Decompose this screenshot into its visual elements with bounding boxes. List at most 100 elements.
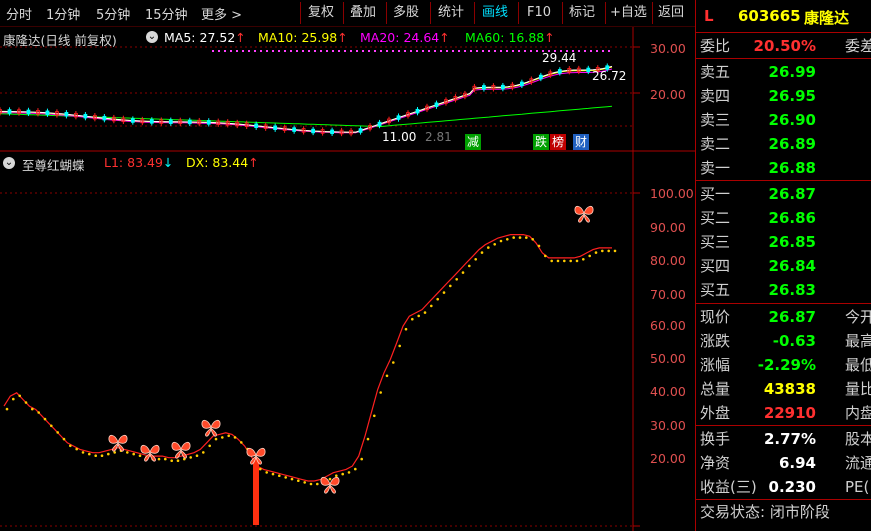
indicator-y-tick: 60.00	[650, 318, 686, 333]
fuquan-button[interactable]: 复权	[306, 3, 336, 22]
dx-dot	[436, 297, 440, 301]
dx-dot	[126, 451, 129, 454]
bid-label: 买五	[700, 281, 731, 299]
marker-dot	[386, 50, 388, 52]
marker-dot	[338, 50, 340, 52]
candle-body	[482, 85, 486, 90]
dx-dot	[341, 472, 345, 476]
bid-row[interactable]: 买一 26.87	[696, 182, 871, 206]
marker-dot	[440, 50, 442, 52]
up-arrow-icon: ↑	[337, 30, 348, 45]
ask-row[interactable]: 卖一 26.88	[696, 156, 871, 180]
dx-dot	[499, 239, 503, 243]
chevron-down-icon[interactable]: ⌄	[146, 31, 158, 43]
candle-body	[273, 125, 278, 130]
f10-button[interactable]: F10	[525, 3, 553, 22]
dx-dot	[5, 407, 9, 411]
stock-name: 康隆达	[804, 9, 850, 27]
ma20-line	[0, 68, 613, 134]
dx-dot	[531, 238, 534, 241]
ask-row[interactable]: 卖三 26.90	[696, 108, 871, 132]
marker-dot	[434, 50, 436, 52]
ma5-line	[0, 65, 613, 133]
dx-dot	[208, 444, 211, 448]
period-tab-1min[interactable]: 1分钟	[46, 4, 80, 23]
up-arrow-icon: ↑	[235, 30, 246, 45]
bid-row[interactable]: 买五 26.83	[696, 278, 871, 302]
period-tab-timeshare[interactable]: 分时	[6, 4, 32, 23]
marker-dot	[602, 50, 604, 52]
marker-dot	[290, 50, 292, 52]
dx-dot	[468, 264, 471, 268]
candle-body	[586, 67, 591, 73]
dx-dot	[81, 451, 85, 454]
dx-dot	[37, 411, 40, 414]
fund-row-turnover: 换手 2.77% 股本	[696, 427, 871, 451]
dx-dot	[569, 259, 572, 263]
main-y-tick: 30.00	[650, 41, 686, 56]
candle-body	[168, 119, 173, 124]
add-watchlist-button[interactable]: +自选	[608, 3, 649, 22]
marker-dot	[266, 50, 268, 52]
ma10-legend: MA10: 25.98↑	[258, 30, 348, 45]
dx-value: 83.44	[212, 155, 249, 170]
marker-dot	[374, 50, 376, 52]
period-tab-15min[interactable]: 15分钟	[145, 4, 188, 23]
marker-dot	[530, 50, 532, 52]
high-price-label: 29.44	[542, 51, 577, 65]
event-mark-jian[interactable]: 减	[465, 134, 481, 150]
bid-price: 26.84	[768, 257, 816, 275]
quote-panel: L 603665 康隆达 委比 20.50% 委差 卖五 26.99 卖四 26…	[695, 0, 871, 531]
dx-dot	[607, 249, 610, 253]
ma5-legend: MA5: 27.52↑	[164, 30, 246, 45]
event-mark-die[interactable]: 跌	[533, 134, 549, 150]
bid-row[interactable]: 买三 26.85	[696, 230, 871, 254]
dx-dot	[379, 391, 383, 394]
bid-row[interactable]: 买二 26.86	[696, 206, 871, 230]
dx-dot	[525, 236, 528, 239]
l1-line	[3, 234, 612, 482]
bid-row[interactable]: 买四 26.84	[696, 254, 871, 278]
dx-dot	[75, 447, 78, 451]
multi-stock-button[interactable]: 多股	[391, 3, 421, 22]
candle-body	[206, 120, 211, 125]
draw-line-button[interactable]: 画线	[480, 3, 510, 22]
dx-dot	[480, 251, 484, 254]
ask-row[interactable]: 卖五 26.99	[696, 60, 871, 84]
dx-dot	[309, 482, 313, 486]
statistics-button[interactable]: 统计	[436, 3, 466, 22]
indicator-y-tick: 90.00	[650, 220, 686, 235]
stat-row-pct: 涨幅 -2.29% 最低	[696, 353, 871, 377]
dx-dot	[100, 454, 104, 458]
candle-body	[538, 74, 543, 80]
indicator-y-tick: 30.00	[650, 418, 686, 433]
butterfly-icon	[108, 434, 128, 452]
mark-button[interactable]: 标记	[567, 3, 597, 22]
weibi-row: 委比 20.50% 委差	[696, 34, 871, 58]
period-tab-more[interactable]: 更多 >	[201, 4, 242, 23]
trade-status-row: 交易状态: 闭市阶段	[696, 500, 871, 524]
marker-dot	[494, 50, 496, 52]
ask-row[interactable]: 卖四 26.95	[696, 84, 871, 108]
back-button[interactable]: 返回	[656, 3, 686, 22]
ma20-value: 24.64	[403, 30, 440, 45]
event-mark-bang[interactable]: 榜	[550, 134, 566, 150]
ask-price: 26.99	[768, 63, 816, 81]
period-tab-5min[interactable]: 5分钟	[96, 4, 130, 23]
chart-canvas[interactable]	[0, 0, 695, 531]
chevron-down-icon[interactable]: ⌄	[3, 157, 15, 169]
fund-row-netasset: 净资 6.94 流通	[696, 451, 871, 475]
toolbar-divider	[430, 2, 431, 24]
event-mark-cai[interactable]: 财	[573, 134, 589, 150]
butterfly-icon	[201, 419, 221, 437]
down-arrow-icon: ↓	[162, 155, 174, 170]
l1-value: 83.49	[127, 155, 163, 170]
fund-label: 换手	[700, 430, 731, 448]
ma10-label: MA10:	[258, 30, 298, 45]
dx-dot	[556, 259, 560, 263]
ma10-line	[0, 66, 613, 133]
l1-legend: L1: 83.49↓	[104, 155, 173, 170]
marker-dot	[536, 50, 538, 52]
ask-row[interactable]: 卖二 26.89	[696, 132, 871, 156]
overlay-button[interactable]: 叠加	[348, 3, 378, 22]
